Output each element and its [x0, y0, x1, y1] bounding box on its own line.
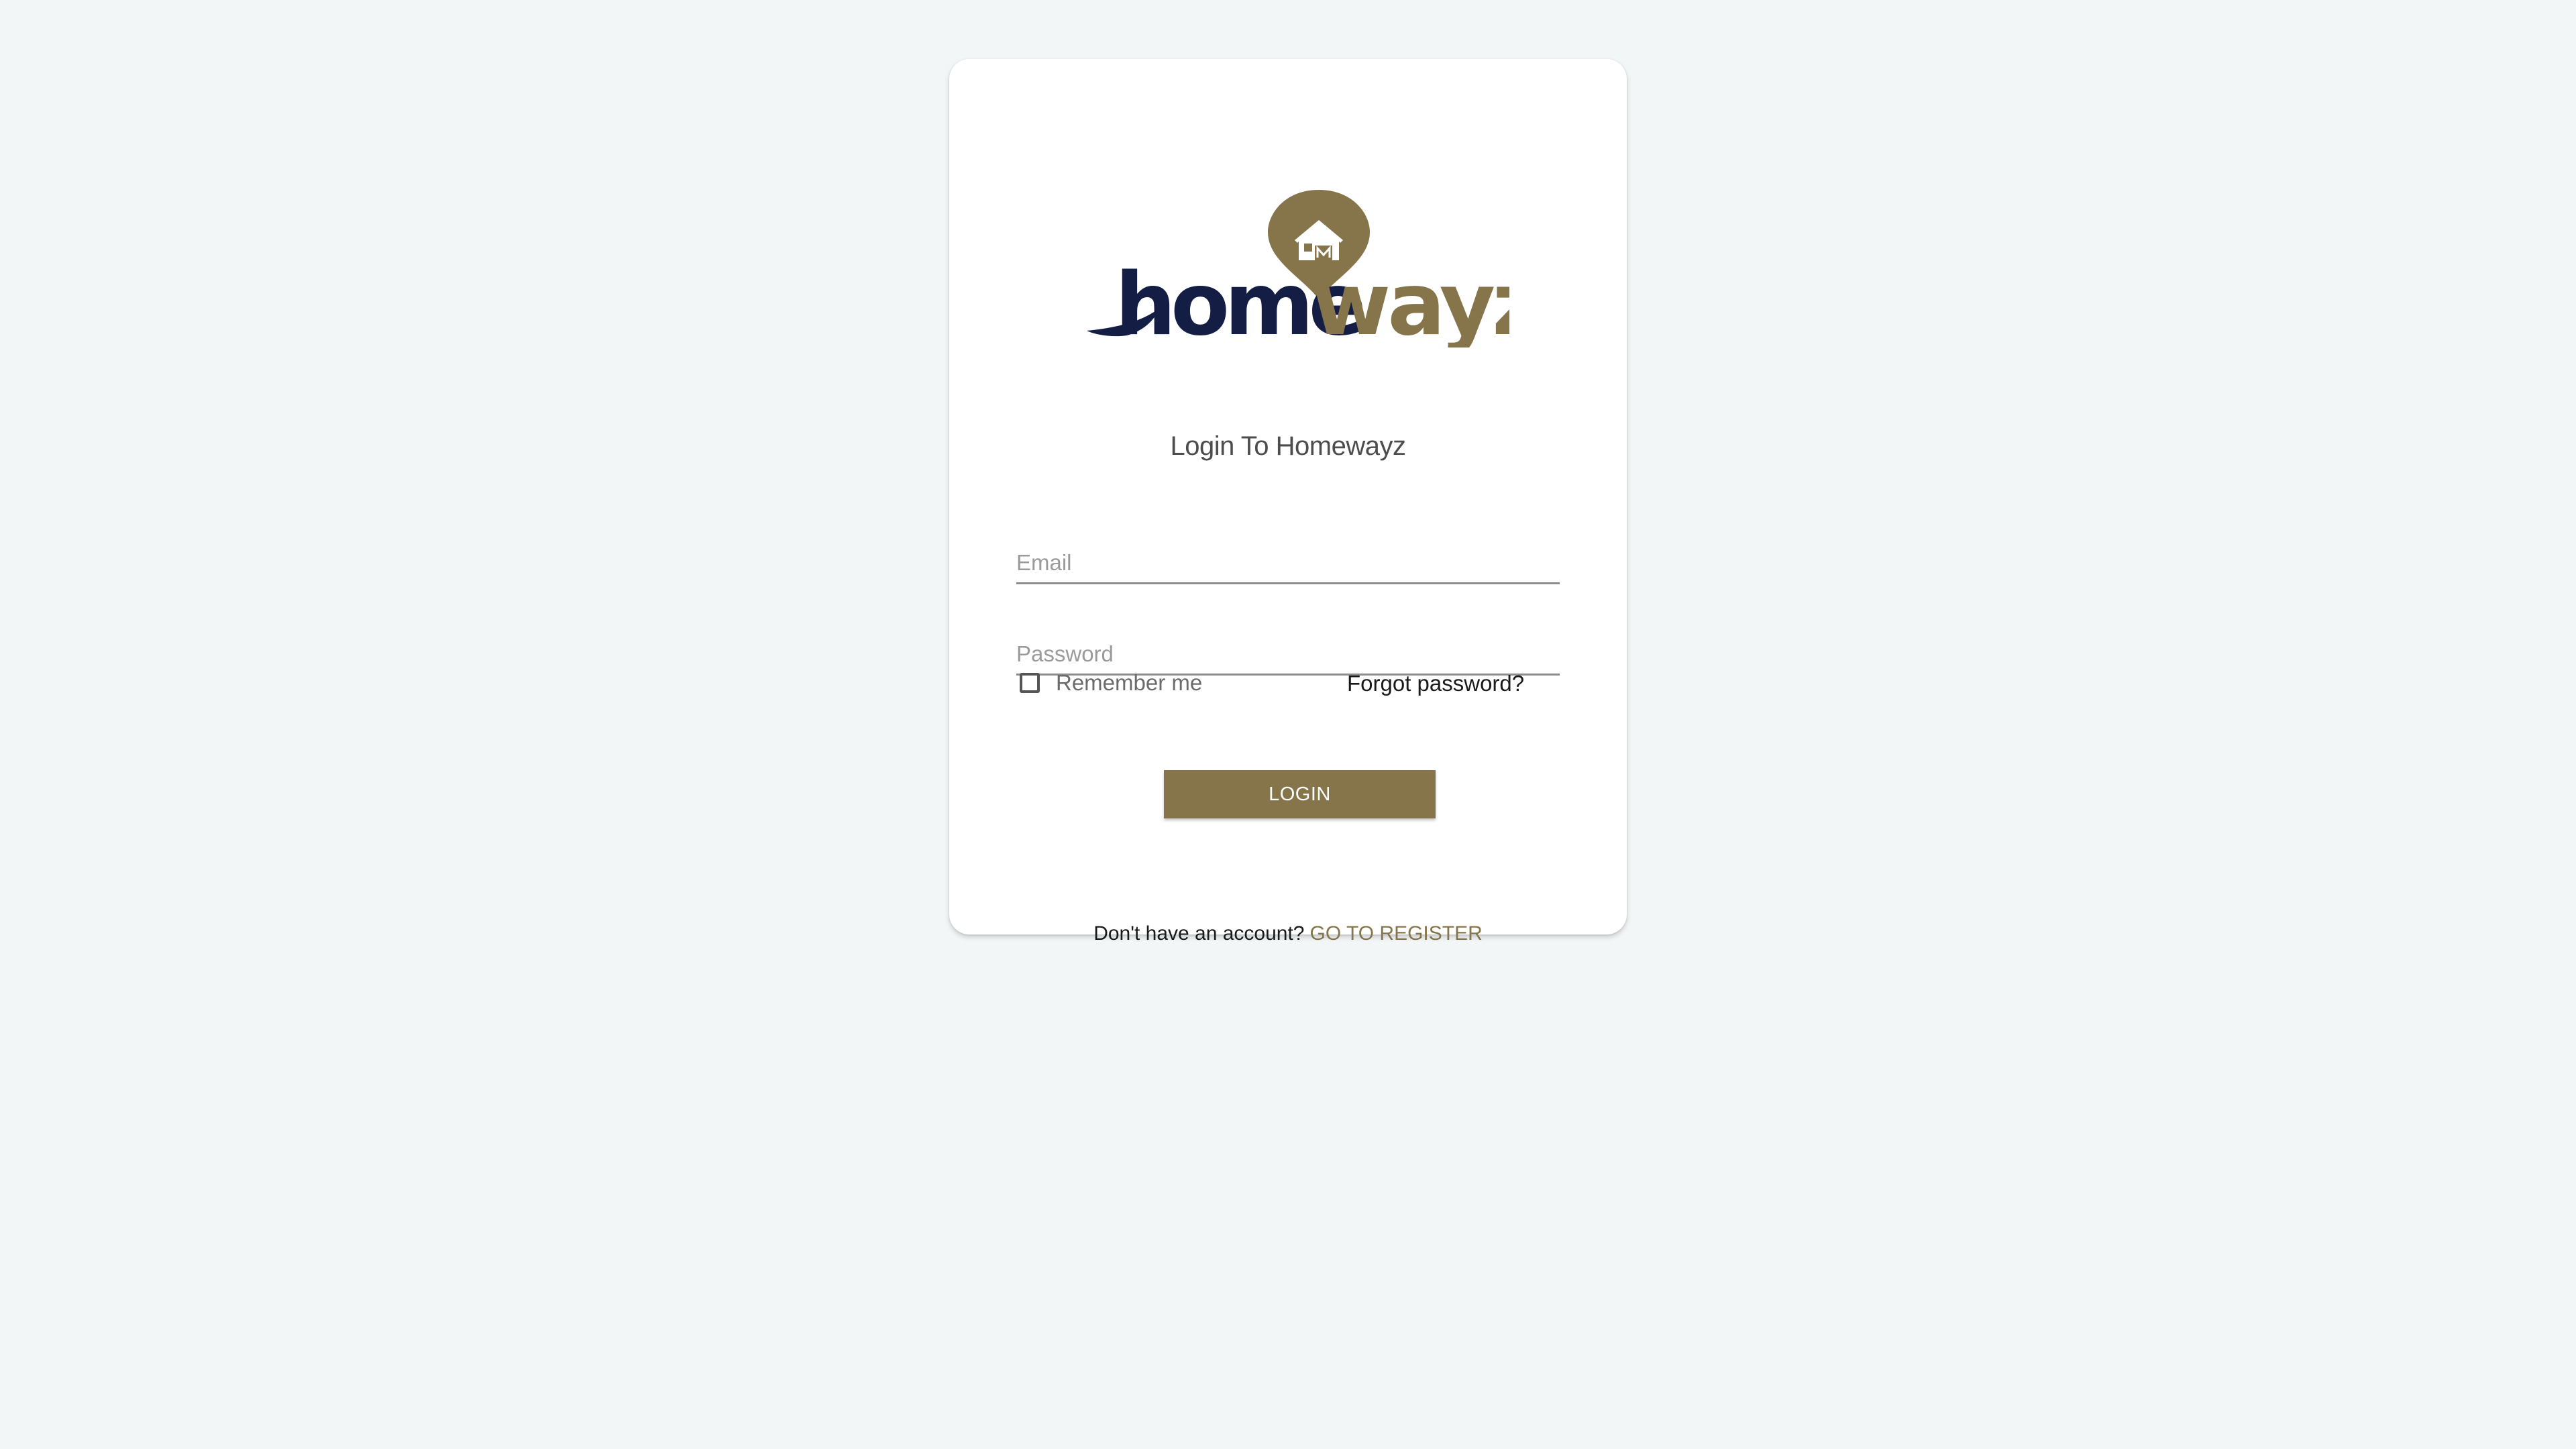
login-card: home wayz Login To Homewayz Remember me … [949, 59, 1627, 945]
page-title: Login To Homewayz [1170, 431, 1406, 461]
forgot-password-link[interactable]: Forgot password? [1347, 671, 1524, 696]
password-field[interactable] [1016, 641, 1560, 667]
logo-wordmark-wayz: wayz [1311, 255, 1509, 347]
email-field-container [1016, 535, 1560, 584]
homewayz-logo: home wayz [1073, 126, 1509, 347]
logo-graphic: home wayz [1087, 190, 1509, 347]
remember-me-checkbox[interactable] [1020, 673, 1040, 693]
register-prompt: Don't have an account? [1093, 922, 1305, 945]
email-field[interactable] [1016, 550, 1560, 576]
remember-me-row[interactable]: Remember me [1020, 666, 1202, 700]
go-to-register-link[interactable]: GO TO REGISTER [1310, 922, 1483, 945]
login-button[interactable]: LOGIN [1164, 770, 1436, 818]
remember-me-label: Remember me [1056, 670, 1203, 695]
register-row: Don't have an account? GO TO REGISTER [949, 922, 1627, 945]
